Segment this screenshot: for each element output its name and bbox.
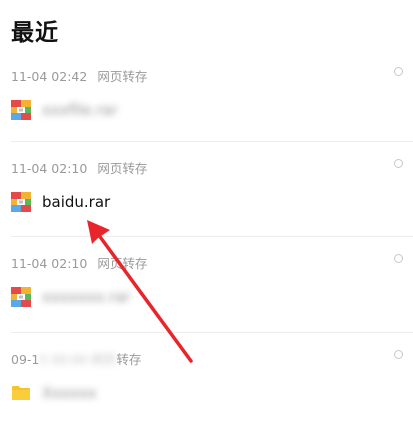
item-source: 网页转存 — [97, 69, 148, 84]
file-row[interactable]: xxxfile.rar — [11, 99, 118, 121]
item-source: 转存 — [116, 352, 142, 367]
folder-icon — [12, 386, 30, 400]
file-row[interactable]: baidu.rar — [11, 191, 110, 213]
recent-file-list: 11-04 02:42 网页转存 xxxfile.rar 11-04 02:10… — [0, 50, 413, 422]
select-radio[interactable] — [394, 67, 403, 76]
item-date: 11-04 02:42 — [11, 69, 88, 84]
list-item[interactable]: 11-04 02:10 网页转存 xxxxxxx.rar — [0, 237, 413, 333]
select-radio[interactable] — [394, 350, 403, 359]
file-row[interactable]: xxxxxxx.rar — [11, 286, 130, 308]
item-date: 11-04 02:10 — [11, 256, 88, 271]
item-date: 09-1 — [11, 352, 40, 367]
item-meta: 11-04 02:10 网页转存 — [11, 158, 147, 177]
file-name: xxxfile.rar — [42, 101, 118, 119]
file-name: xxxxxxx.rar — [42, 288, 131, 306]
recent-files-screen: 最近 11-04 02:42 网页转存 xxxfile.rar 11-04 02… — [0, 0, 413, 422]
item-source: 网页转存 — [97, 161, 148, 176]
item-date: 11-04 02:10 — [11, 161, 88, 176]
list-item[interactable]: 11-04 02:10 网页转存 baidu.rar — [0, 142, 413, 237]
file-name: baidu.rar — [42, 193, 111, 211]
item-source: 网页转存 — [97, 256, 148, 271]
item-date-hidden: 5 00:00 网页 — [39, 352, 117, 367]
file-row[interactable]: Xxxxxx — [11, 382, 97, 404]
list-item[interactable]: 09-15 00:00 网页转存 Xxxxxx — [0, 333, 413, 422]
page-title: 最近 — [11, 20, 59, 46]
file-name: Xxxxxx — [42, 384, 97, 402]
rar-archive-icon — [11, 100, 31, 120]
select-radio[interactable] — [394, 254, 403, 263]
list-item[interactable]: 11-04 02:42 网页转存 xxxfile.rar — [0, 50, 413, 142]
rar-archive-icon — [11, 192, 31, 212]
item-meta: 11-04 02:42 网页转存 — [11, 66, 147, 85]
item-meta: 09-15 00:00 网页转存 — [11, 349, 141, 368]
item-meta: 11-04 02:10 网页转存 — [11, 253, 147, 272]
select-radio[interactable] — [394, 159, 403, 168]
rar-archive-icon — [11, 287, 31, 307]
